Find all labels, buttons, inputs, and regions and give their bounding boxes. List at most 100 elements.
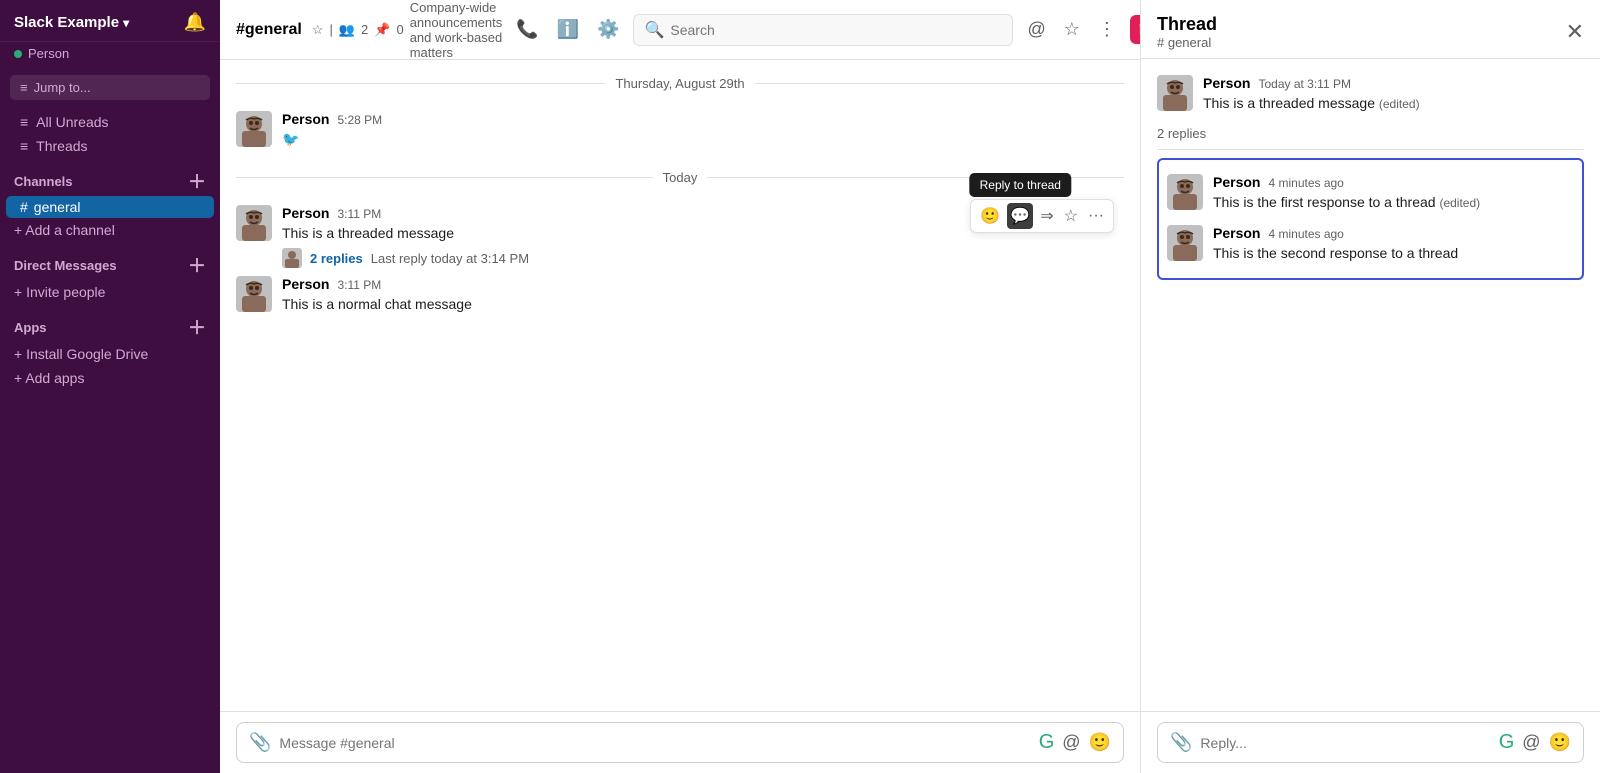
msg-text-normal: This is a normal chat message: [282, 294, 1124, 315]
add-dm-icon[interactable]: ＋: [188, 252, 206, 278]
forward-btn[interactable]: ⇒: [1037, 203, 1056, 229]
thread-orig-author: Person: [1203, 75, 1250, 91]
date-divider-thursday: Thursday, August 29th: [236, 76, 1124, 91]
message-input[interactable]: [279, 735, 1030, 751]
members-icon: 👥: [339, 22, 355, 38]
attach-file-btn[interactable]: 📎: [249, 732, 271, 753]
sidebar-header: Slack Example ▾ 🔔: [0, 0, 220, 42]
thread-grammarly-btn[interactable]: G: [1499, 731, 1515, 754]
channels-label: Channels: [14, 174, 73, 189]
add-apps-label: + Add apps: [14, 370, 84, 386]
phone-btn[interactable]: 📞: [512, 15, 542, 44]
header-icons: 📞 ℹ️ ⚙️ 🔍 @ ☆ ⋮ 🎁: [512, 14, 1140, 46]
user-status-dot: [14, 50, 22, 58]
last-reply-time: Last reply today at 3:14 PM: [371, 251, 529, 266]
sidebar-item-threads[interactable]: ≡ Threads: [6, 134, 214, 158]
reply-to-thread-btn[interactable]: 💬: [1007, 203, 1033, 229]
main-area: #general ☆ | 👥 2 📌 0 Company-wide announ…: [220, 0, 1140, 773]
threads-icon: ≡: [20, 138, 28, 154]
thread-reply-body-2: Person 4 minutes ago This is the second …: [1213, 225, 1574, 264]
sidebar-item-general[interactable]: # general: [6, 196, 214, 218]
search-input[interactable]: [670, 22, 1002, 38]
notifications-bell[interactable]: 🔔: [184, 12, 206, 33]
thread-close-btn[interactable]: ✕: [1566, 19, 1584, 45]
add-apps-action[interactable]: + Add apps: [0, 366, 220, 390]
thread-mini-avatar: [282, 248, 302, 268]
star-btn[interactable]: ☆: [1060, 15, 1084, 44]
sidebar-nav: ≡ All Unreads ≡ Threads Channels ＋ # gen…: [0, 106, 220, 773]
message-row-threaded: Person 3:11 PM This is a threaded messag…: [236, 201, 1124, 272]
invite-people-action[interactable]: + Invite people: [0, 280, 220, 304]
dm-label: Direct Messages: [14, 258, 117, 273]
star-icon[interactable]: ☆: [312, 22, 324, 38]
channel-title: #general: [236, 21, 302, 39]
avatar-normal: [236, 276, 272, 312]
add-app-icon[interactable]: ＋: [188, 314, 206, 340]
msg-author-normal: Person: [282, 276, 329, 292]
thread-reply-meta-2: Person 4 minutes ago: [1213, 225, 1574, 241]
gift-btn[interactable]: 🎁: [1130, 15, 1140, 44]
thread-title-block: Thread # general: [1157, 14, 1217, 50]
jump-to-button[interactable]: ≡ Jump to...: [10, 75, 210, 100]
thread-orig-avatar: [1157, 75, 1193, 111]
sidebar-user: Person: [0, 42, 220, 69]
jump-to-label: Jump to...: [34, 80, 91, 95]
add-channel-icon[interactable]: ＋: [188, 168, 206, 194]
invite-label: + Invite people: [14, 284, 105, 300]
all-unreads-icon: ≡: [20, 114, 28, 130]
sidebar: Slack Example ▾ 🔔 Person ≡ Jump to... ≡ …: [0, 0, 220, 773]
thread-reply-avatar-1: [1167, 174, 1203, 210]
thread-emoji-btn[interactable]: 🙂: [1549, 732, 1571, 753]
thread-input-area: 📎 G @ 🙂: [1141, 711, 1600, 773]
dm-section: Direct Messages ＋: [0, 242, 220, 280]
search-box[interactable]: 🔍: [633, 14, 1013, 46]
hash-icon: #: [20, 199, 28, 215]
settings-btn[interactable]: ⚙️: [593, 15, 623, 44]
thread-attach-btn[interactable]: 📎: [1170, 732, 1192, 753]
at-btn[interactable]: @: [1023, 15, 1049, 44]
grammarly-btn[interactable]: G: [1039, 731, 1055, 754]
user-name: Person: [28, 46, 69, 61]
thread-reply-input[interactable]: [1200, 735, 1490, 751]
replies-link[interactable]: 2 replies: [310, 251, 363, 266]
emoji-input-btn[interactable]: 🙂: [1089, 732, 1111, 753]
mention-btn[interactable]: @: [1062, 732, 1080, 753]
add-channel-label: + Add a channel: [14, 222, 115, 238]
thread-at-btn[interactable]: @: [1522, 732, 1540, 753]
thread-reply-line: 2 replies Last reply today at 3:14 PM: [282, 248, 1124, 268]
thread-orig-text: This is a threaded message (edited): [1203, 93, 1584, 114]
date-thursday: Thursday, August 29th: [615, 76, 744, 91]
message-input-area: 📎 G @ 🙂: [220, 711, 1140, 773]
msg-time-normal: 3:11 PM: [337, 278, 381, 292]
thread-orig-meta: Person Today at 3:11 PM: [1203, 75, 1584, 91]
emoji-reaction-btn[interactable]: 🙂: [977, 203, 1003, 229]
star-message-btn[interactable]: ☆: [1061, 203, 1081, 229]
search-icon: 🔍: [644, 20, 664, 40]
channel-meta: ☆ | 👥 2 📌 0 Company-wide announcements a…: [312, 0, 502, 60]
more-btn[interactable]: ⋮: [1094, 15, 1120, 44]
more-actions-btn[interactable]: ···: [1085, 204, 1107, 228]
thread-body: Person Today at 3:11 PM This is a thread…: [1141, 59, 1600, 711]
sidebar-item-all-unreads[interactable]: ≡ All Unreads: [6, 110, 214, 134]
thread-reply-author-2: Person: [1213, 225, 1260, 241]
info-btn[interactable]: ℹ️: [553, 15, 583, 44]
thread-reply-1: Person 4 minutes ago This is the first r…: [1167, 168, 1574, 219]
threads-label: Threads: [36, 138, 87, 154]
thread-reply-meta-1: Person 4 minutes ago: [1213, 174, 1574, 190]
workspace-name[interactable]: Slack Example ▾: [14, 14, 129, 31]
msg-author-threaded: Person: [282, 205, 329, 221]
all-unreads-label: All Unreads: [36, 114, 108, 130]
date-today: Today: [663, 170, 698, 185]
thread-reply-2: Person 4 minutes ago This is the second …: [1167, 219, 1574, 270]
add-channel-action[interactable]: + Add a channel: [0, 218, 220, 242]
pins-count: 0: [396, 22, 403, 37]
thread-orig-edited: (edited): [1379, 97, 1420, 111]
channel-description: Company-wide announcements and work-base…: [410, 0, 503, 60]
avatar-0: [236, 111, 272, 147]
workspace-label: Slack Example: [14, 14, 119, 31]
message-input-box: 📎 G @ 🙂: [236, 722, 1124, 763]
message-meta-0: Person 5:28 PM: [282, 111, 1124, 127]
thread-reply-text-1: This is the first response to a thread (…: [1213, 192, 1574, 213]
install-google-drive-action[interactable]: + Install Google Drive: [0, 342, 220, 366]
thread-original-message: Person Today at 3:11 PM This is a thread…: [1157, 71, 1584, 118]
